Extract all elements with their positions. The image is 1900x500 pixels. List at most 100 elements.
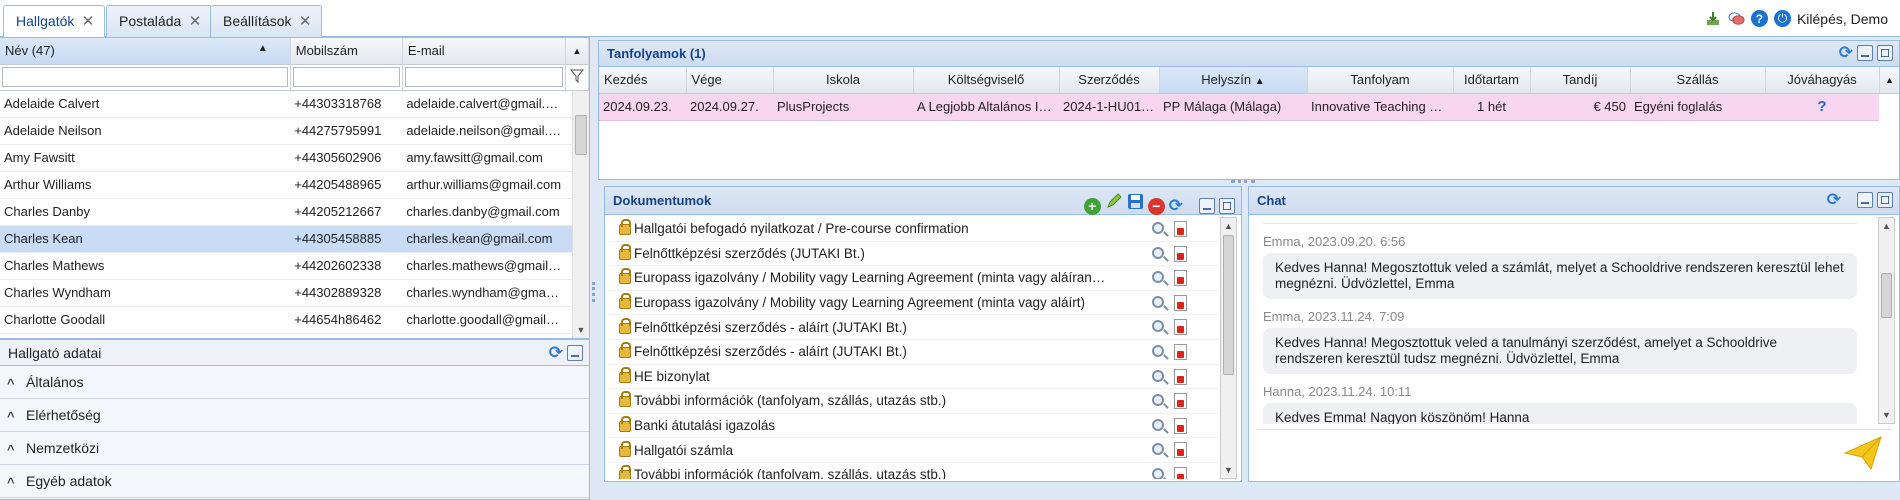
collapse-icon[interactable]	[567, 345, 583, 361]
scroll-up-arrow[interactable]: ▲	[1879, 218, 1894, 234]
scroll-up-arrow[interactable]: ▲	[1880, 67, 1899, 94]
table-row[interactable]: Charles Danby +44205212667 charles.danby@g…	[0, 198, 589, 226]
pdf-download-icon[interactable]	[1174, 393, 1187, 410]
filter-icon[interactable]	[565, 64, 590, 91]
filter-phone-input[interactable]	[292, 67, 400, 87]
tab-postalada[interactable]: Postaláda ✕	[106, 5, 213, 37]
table-row[interactable]: 2024.09.23. 2024.09.27. PlusProjects A L…	[599, 93, 1879, 121]
list-item[interactable]: Europass igazolvány / Mobility vagy Lear…	[609, 291, 1219, 316]
col-szallas[interactable]: Szállás	[1630, 67, 1766, 94]
col-jovahagyas[interactable]: Jóváhagyás	[1765, 67, 1880, 94]
scroll-up-arrow[interactable]: ▲	[565, 38, 590, 65]
logout-link[interactable]: Kilépés, Demo	[1797, 11, 1888, 27]
search-icon[interactable]	[1152, 369, 1164, 382]
refresh-icon[interactable]: ⟳	[1839, 44, 1853, 61]
close-icon[interactable]: ✕	[299, 6, 312, 37]
table-row[interactable]: Charlotte Goodall +44654h86462 charlotte.g…	[0, 306, 589, 334]
table-row[interactable]: Charles Wyndham +44302889328 charles.wyndh…	[0, 279, 589, 307]
scroll-thumb[interactable]	[1881, 273, 1892, 318]
table-row[interactable]: Charles Mathews +44202602338 charles.mathe…	[0, 252, 589, 280]
pdf-download-icon[interactable]	[1174, 294, 1187, 311]
refresh-icon[interactable]: ⟳	[549, 344, 563, 361]
pdf-download-icon[interactable]	[1174, 343, 1187, 360]
column-header-email[interactable]: E-mail	[402, 38, 566, 65]
maximize-icon[interactable]	[1877, 45, 1893, 61]
pdf-download-icon[interactable]	[1174, 368, 1187, 385]
cell-approval[interactable]: ?	[1765, 93, 1879, 121]
scroll-up-arrow[interactable]: ▲	[1221, 218, 1236, 234]
col-szerzodes[interactable]: Szerződés	[1059, 67, 1160, 94]
list-item[interactable]: Felnőttképzési szerződés (JUTAKI Bt.)	[609, 242, 1219, 267]
list-item[interactable]: További információk (tanfolyam, szállás,…	[609, 463, 1219, 479]
pdf-download-icon[interactable]	[1174, 245, 1187, 262]
pdf-download-icon[interactable]	[1174, 270, 1187, 287]
pdf-download-icon[interactable]	[1174, 417, 1187, 434]
tab-hallgatok[interactable]: Hallgatók ✕	[3, 5, 106, 38]
help-icon[interactable]: ?	[1750, 10, 1768, 27]
close-icon[interactable]: ✕	[189, 6, 202, 37]
pdf-download-icon[interactable]	[1174, 466, 1187, 479]
col-iskola[interactable]: Iskola	[773, 67, 914, 94]
col-koltsegviselo[interactable]: Költségviselő	[913, 67, 1060, 94]
col-helyszin[interactable]: Helyszín ▲	[1159, 67, 1308, 94]
delete-icon[interactable]: −	[1147, 197, 1165, 215]
refresh-icon[interactable]: ⟳	[1169, 197, 1183, 214]
maximize-icon[interactable]	[1877, 192, 1893, 208]
list-item[interactable]: Banki átutalási igazolás	[609, 414, 1219, 439]
col-kezdes[interactable]: Kezdés	[599, 67, 687, 94]
list-item[interactable]: Europass igazolvány / Mobility vagy Lear…	[609, 266, 1219, 291]
col-tandij[interactable]: Tandíj	[1530, 67, 1631, 94]
table-row[interactable]: Charles Kean +44305458885 charles.kean@gma…	[0, 225, 589, 253]
search-icon[interactable]	[1152, 222, 1164, 234]
list-item[interactable]: Hallgatói számla	[609, 438, 1219, 463]
close-icon[interactable]: ✕	[82, 6, 95, 37]
search-icon[interactable]	[1152, 295, 1164, 308]
save-icon[interactable]	[1127, 192, 1144, 220]
scroll-down-arrow[interactable]: ▼	[1879, 407, 1894, 423]
filter-name-input[interactable]	[2, 67, 288, 87]
pdf-download-icon[interactable]	[1174, 319, 1187, 336]
section-nemzetkozi[interactable]: Nemzetközi	[0, 432, 589, 466]
section-altalanos[interactable]: Általános	[0, 366, 589, 400]
download-icon[interactable]	[1705, 10, 1722, 27]
pdf-download-icon[interactable]	[1174, 442, 1187, 459]
vertical-splitter[interactable]	[590, 37, 598, 500]
refresh-icon[interactable]: ⟳	[1827, 191, 1841, 208]
collapse-icon[interactable]	[1857, 192, 1873, 208]
filter-email-input[interactable]	[404, 67, 563, 87]
chat-input[interactable]	[1257, 429, 1891, 475]
search-icon[interactable]	[1152, 467, 1164, 479]
table-row[interactable]: Adelaide Calvert +44303318768 adelaide.cal…	[0, 90, 589, 118]
scroll-thumb[interactable]	[1223, 235, 1234, 375]
pdf-download-icon[interactable]	[1174, 221, 1187, 237]
students-scrollbar[interactable]: ▼	[572, 91, 589, 338]
chat-scrollbar[interactable]: ▲ ▼	[1878, 217, 1895, 424]
search-icon[interactable]	[1152, 394, 1164, 407]
maximize-icon[interactable]	[1219, 198, 1235, 214]
table-row[interactable]: Adelaide Neilson +44275795991 adelaide.nei…	[0, 117, 589, 145]
scroll-down-arrow[interactable]: ▼	[573, 322, 589, 338]
table-row[interactable]: Amy Fawsitt +44305602906 amy.fawsitt@gmail…	[0, 144, 589, 172]
list-item[interactable]: További információk (tanfolyam, szállás,…	[609, 389, 1219, 414]
col-tanfolyam[interactable]: Tanfolyam	[1307, 67, 1454, 94]
collapse-icon[interactable]	[1857, 45, 1873, 61]
search-icon[interactable]	[1152, 271, 1164, 284]
list-item[interactable]: Felnőttképzési szerződés - aláírt (JUTAK…	[609, 315, 1219, 340]
search-icon[interactable]	[1152, 320, 1164, 333]
column-header-name[interactable]: Név (47) ▲	[0, 38, 291, 65]
column-header-phone[interactable]: Mobilszám	[290, 38, 403, 65]
power-icon[interactable]: ⏻	[1773, 10, 1791, 27]
edit-icon[interactable]	[1105, 192, 1123, 220]
col-vege[interactable]: Vége	[686, 67, 774, 94]
scroll-down-arrow[interactable]: ▼	[1221, 462, 1236, 478]
col-idotartam[interactable]: Időtartam	[1453, 67, 1531, 94]
section-elerhetoseg[interactable]: Elérhetőség	[0, 399, 589, 433]
search-icon[interactable]	[1152, 418, 1164, 431]
scroll-thumb[interactable]	[575, 115, 587, 155]
send-icon[interactable]	[1843, 435, 1883, 471]
section-egyeb-adatok[interactable]: Egyéb adatok	[0, 465, 589, 499]
search-icon[interactable]	[1152, 344, 1164, 357]
tab-beallitasok[interactable]: Beállítások ✕	[210, 5, 323, 37]
list-item[interactable]: Hallgatói befogadó nyilatkozat / Pre-cou…	[609, 217, 1219, 242]
collapse-icon[interactable]	[1199, 198, 1215, 214]
